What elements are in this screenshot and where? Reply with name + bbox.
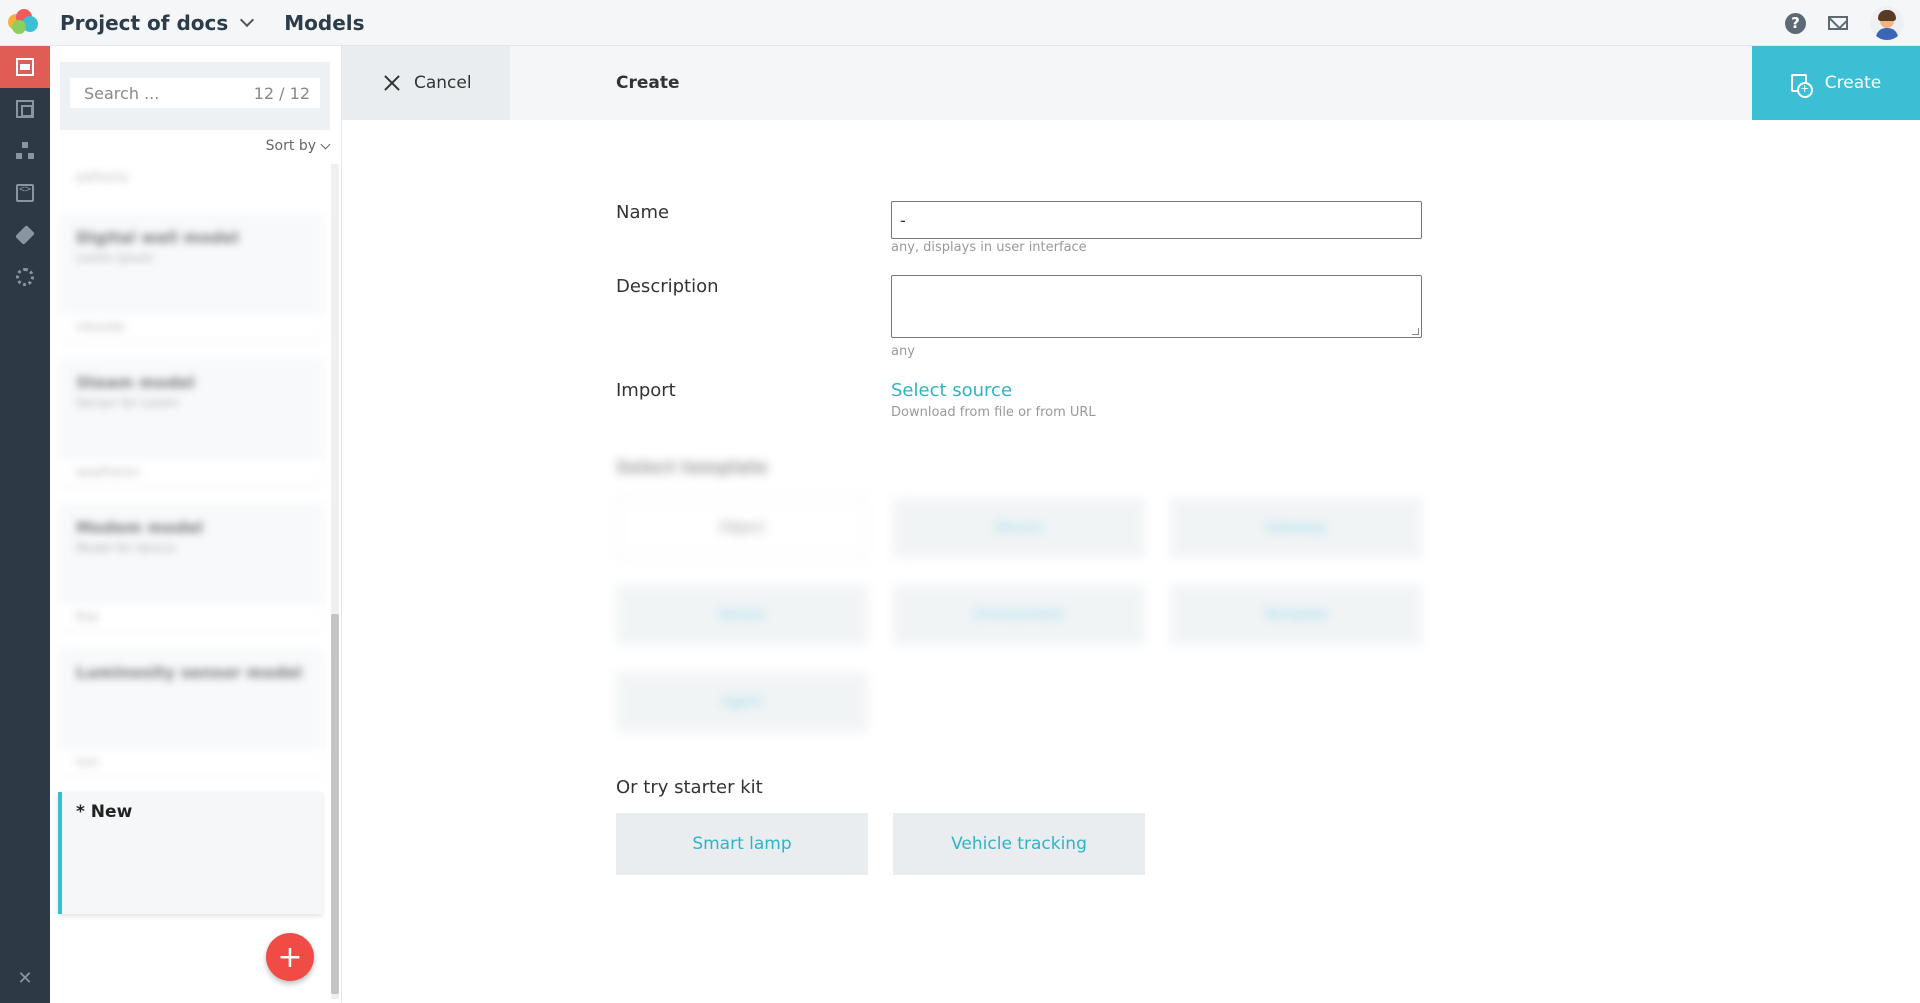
select-source-link[interactable]: Select source	[891, 380, 1012, 401]
icon-rail: ✕	[0, 46, 50, 1003]
project-name: Project of docs	[60, 10, 229, 35]
list-item[interactable]: Digital wall model Lorem ipsum mbvedo	[60, 214, 322, 340]
scrollbar-thumb[interactable]	[331, 614, 339, 994]
section-title: Models	[284, 10, 365, 35]
tools-icon[interactable]: ✕	[0, 963, 50, 993]
rail-models[interactable]	[0, 46, 50, 88]
object-icon	[16, 100, 34, 118]
search-input[interactable]: Search ... 12 / 12	[70, 78, 320, 108]
rail-settings[interactable]	[0, 256, 50, 298]
new-item-title: * New	[76, 802, 133, 822]
name-hint: any, displays in user interface	[891, 240, 1087, 255]
app-logo[interactable]	[0, 0, 50, 46]
list-item-footer: lum	[60, 749, 322, 775]
list-item-footer: fine	[60, 604, 322, 630]
create-label: Create	[1824, 73, 1882, 93]
list-item-title: Steam model	[76, 373, 195, 392]
list-item-subtitle: Model for device	[76, 541, 176, 555]
code-icon	[16, 184, 34, 202]
rail-tags[interactable]	[0, 214, 50, 256]
list-item[interactable]: pathonly	[60, 164, 322, 184]
template-option[interactable]: Agent	[616, 672, 868, 732]
project-selector[interactable]: Project of docs	[60, 10, 255, 35]
description-field[interactable]	[891, 275, 1422, 338]
list-item-new[interactable]: * New	[58, 792, 322, 914]
starter-kit-vehicle-tracking[interactable]: Vehicle tracking	[893, 813, 1145, 875]
list-item-footer: weatheron	[60, 459, 322, 485]
tag-icon	[15, 225, 35, 245]
description-hint: any	[891, 344, 915, 359]
list-item-subtitle: Lorem ipsum	[76, 251, 154, 265]
cube-icon	[16, 58, 34, 76]
list-item-subtitle: Sensor for Lorem	[76, 396, 179, 410]
templates-title: Select template	[616, 458, 768, 478]
template-option[interactable]: Environment	[893, 585, 1145, 645]
search-placeholder: Search ...	[84, 83, 160, 103]
template-option[interactable]: Gateway	[1170, 498, 1422, 558]
add-model-button[interactable]: +	[266, 933, 314, 981]
list-item-title: Modem model	[76, 518, 203, 537]
top-bar: Project of docs Models ?	[0, 0, 1920, 46]
top-right-tools: ?	[1785, 0, 1904, 46]
chevron-down-icon	[240, 12, 255, 27]
action-bar: Cancel Create Create	[342, 46, 1920, 120]
create-doc-icon	[1790, 74, 1813, 98]
mail-icon[interactable]	[1828, 16, 1848, 30]
rail-code[interactable]	[0, 172, 50, 214]
gear-icon	[16, 268, 34, 286]
close-icon	[384, 75, 400, 91]
template-option[interactable]: Template	[1170, 585, 1422, 645]
chevron-down-icon	[320, 139, 331, 149]
template-picker: Select template Object Device Gateway Se…	[610, 458, 1440, 743]
cancel-button[interactable]: Cancel	[342, 46, 510, 120]
sort-by-dropdown[interactable]: Sort by	[265, 138, 331, 154]
starter-kit-title: Or try starter kit	[616, 777, 763, 798]
hierarchy-icon	[16, 142, 34, 160]
template-option[interactable]: Device	[893, 498, 1145, 558]
list-item[interactable]: Steam model Sensor for Lorem weatheron	[60, 359, 322, 485]
template-option[interactable]: Sensor	[616, 585, 868, 645]
list-item-title: Digital wall model	[76, 228, 239, 247]
list-item-title: Luminosity sensor model	[76, 663, 302, 682]
list-item[interactable]: Luminosity sensor model lum	[60, 649, 322, 775]
list-item-footer: mbvedo	[60, 314, 322, 340]
import-hint: Download from file or from URL	[891, 405, 1096, 420]
rail-hierarchy[interactable]	[0, 130, 50, 172]
list-scrollbar[interactable]	[331, 164, 339, 999]
starter-kit-smart-lamp[interactable]: Smart lamp	[616, 813, 868, 875]
search-count: 12 / 12	[253, 83, 310, 103]
create-button[interactable]: Create	[1752, 46, 1920, 120]
page-title: Create	[616, 73, 680, 93]
cancel-label: Cancel	[414, 73, 472, 93]
import-label: Import	[616, 380, 676, 401]
search-area: Search ... 12 / 12	[60, 62, 330, 130]
avatar[interactable]	[1870, 6, 1904, 40]
model-list-panel: Search ... 12 / 12 Sort by pathonly Digi…	[50, 46, 342, 1003]
description-label: Description	[616, 276, 719, 297]
name-field[interactable]: -	[891, 201, 1422, 239]
help-icon[interactable]: ?	[1785, 12, 1806, 34]
list-item[interactable]: Modem model Model for device fine	[60, 504, 322, 630]
name-label: Name	[616, 202, 670, 223]
rail-objects[interactable]	[0, 88, 50, 130]
list-item-footer: pathonly	[60, 164, 322, 184]
sort-by-label: Sort by	[265, 138, 316, 154]
template-option[interactable]: Object	[616, 498, 868, 558]
